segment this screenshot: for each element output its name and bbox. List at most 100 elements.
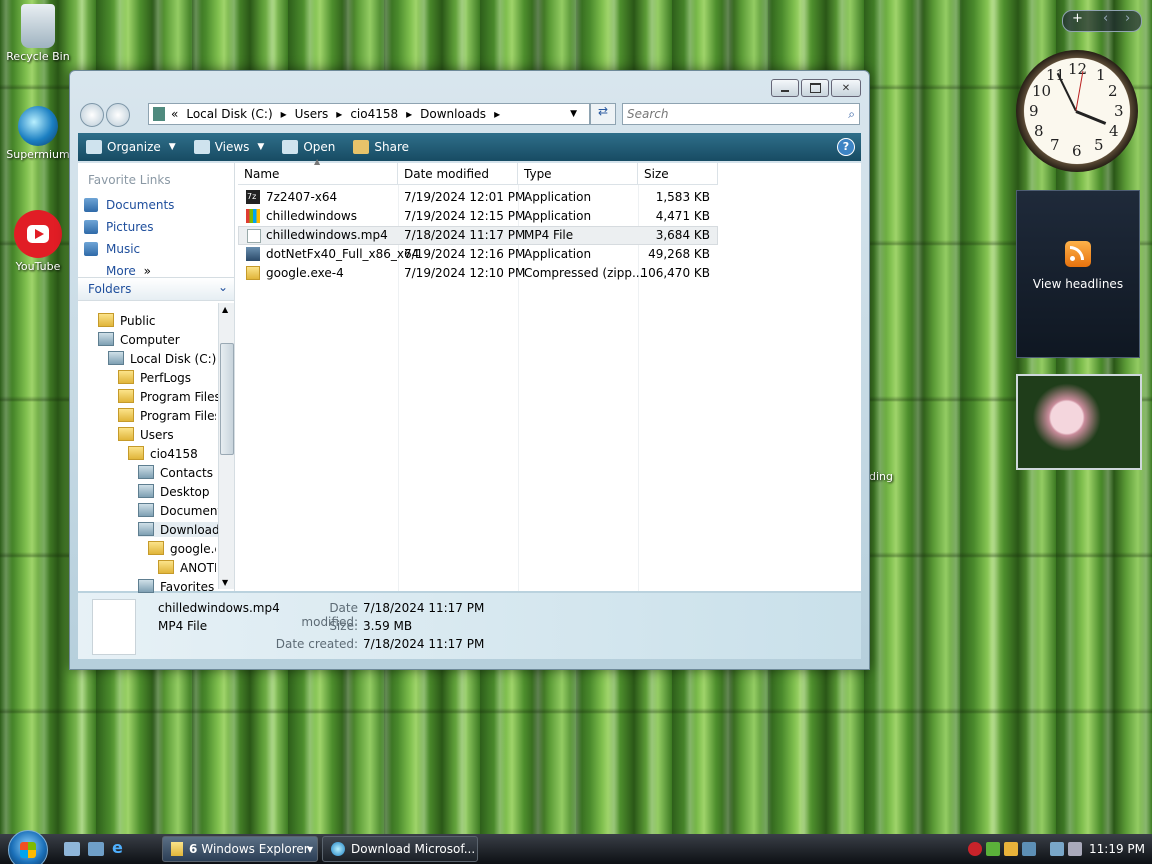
breadcrumb-users[interactable]: Users [295,107,329,121]
favorite-links-title: Favorite Links [88,173,171,187]
open-button[interactable]: Open [282,140,335,154]
file-row[interactable]: 7z 7z2407-x64 7/19/2024 12:01 PM Applica… [238,188,718,207]
clock-gadget[interactable]: 12 1 2 3 4 5 6 7 8 9 10 11 [1016,50,1138,172]
navigation-pane: Favorite Links Documents Pictures Music … [78,163,235,594]
details-filename: chilledwindows.mp4 [158,601,280,615]
security-alert-icon[interactable] [968,842,982,856]
tree-item-favorites[interactable]: Favorites [138,579,214,594]
network-tray-icon[interactable] [1022,842,1036,856]
tree-scroll-thumb[interactable] [220,343,234,455]
tree-item-another[interactable]: ANOTH [158,560,216,575]
views-button[interactable]: Views ▼ [193,140,264,154]
view-headlines-link[interactable]: View headlines [1017,277,1139,291]
document-icon [247,229,261,243]
column-header-date[interactable]: Date modified [398,163,518,185]
folder-icon [128,446,144,460]
help-button[interactable]: ? [837,138,855,156]
favorite-link-documents[interactable]: Documents [106,198,174,212]
feed-headlines-gadget[interactable]: View headlines [1016,190,1140,358]
address-bar[interactable]: « Local Disk (C:) ▸ Users ▸ cio4158 ▸ Downl… [148,103,590,125]
clock-number-7: 7 [1050,136,1060,154]
tree-item-desktop[interactable]: Desktop [138,484,210,499]
column-header-size[interactable]: Size [638,163,718,185]
organize-button[interactable]: Organize ▼ [86,140,176,154]
breadcrumb-local-disk[interactable]: Local Disk (C:) [186,107,272,121]
file-row[interactable]: google.exe-4 7/19/2024 12:10 PM Compress… [238,264,718,283]
forward-button[interactable] [106,103,130,127]
maximize-button[interactable] [801,79,829,97]
folder-icon [158,560,174,574]
share-button[interactable]: Share [353,140,409,154]
clock-number-10: 10 [1032,82,1052,100]
add-gadget-button[interactable]: + [1072,11,1083,26]
taskbar-windows-explorer[interactable]: 6 Windows Explorer ▾ [162,836,318,862]
collapse-chevron-icon: ⌄ [217,280,228,294]
youtube-shortcut[interactable]: YouTube [0,210,76,273]
supermium-icon [18,106,58,146]
details-created-value: 7/18/2024 11:17 PM [363,637,485,651]
supermium-shortcut[interactable]: Supermium [0,106,76,161]
tree-item-local-disk[interactable]: Local Disk (C:) [108,351,216,366]
tree-item-program-files[interactable]: Program Files [118,389,221,404]
file-row[interactable]: dotNetFx40_Full_x86_x64 7/19/2024 12:16 … [238,245,718,264]
show-desktop-icon[interactable] [64,842,80,856]
tree-item-perflogs[interactable]: PerfLogs [118,370,191,385]
favorite-link-music[interactable]: Music [106,242,140,256]
checkmark-icon[interactable] [986,842,1000,856]
column-header-type[interactable]: Type [518,163,638,185]
refresh-button[interactable]: ⇄ [590,103,616,125]
tray-app-icon[interactable] [1004,842,1018,856]
tree-item-computer[interactable]: Computer [98,332,180,347]
tree-item-program-files-x86[interactable]: Program Files ( [118,408,216,423]
switch-windows-icon[interactable] [88,842,104,856]
start-button[interactable] [8,830,48,864]
column-header-name[interactable]: Name [238,163,398,185]
minimize-button[interactable] [771,79,799,97]
tree-item-google[interactable]: google.e [148,541,216,556]
tree-item-users[interactable]: Users [118,427,174,442]
details-pane: chilledwindows.mp4 MP4 File Date modifie… [78,593,861,659]
documents-folder-icon [138,503,154,517]
tree-item-documents[interactable]: Document [138,503,222,518]
folder-icon [118,370,134,384]
tree-item-contacts[interactable]: Contacts [138,465,213,480]
youtube-label: YouTube [15,260,61,273]
chevron-down-icon: ▾ [306,842,313,856]
folders-header[interactable]: Folders ⌄ [78,277,234,301]
folder-icon [118,389,134,403]
clock-time[interactable]: 11:19 PM [1089,842,1145,856]
sidebar-prev-button[interactable]: ‹ [1103,11,1108,26]
details-modified-value: 7/18/2024 11:17 PM [363,601,485,615]
clock-number-6: 6 [1072,142,1082,160]
tree-item-downloads[interactable]: Downloads [138,522,226,537]
search-placeholder: Search [627,107,669,121]
sidebar-next-button[interactable]: › [1125,11,1130,26]
tree-item-public[interactable]: Public [98,313,156,328]
tree-item-cio4158[interactable]: cio4158 [128,446,198,461]
close-button[interactable]: ✕ [831,79,861,97]
application-icon [246,209,260,223]
taskbar-download-microsoft[interactable]: Download Microsof... [322,836,478,862]
explorer-window: ✕ « Local Disk (C:) ▸ Users ▸ cio4158 ▸ Dow… [69,70,870,670]
breadcrumb-cio4158[interactable]: cio4158 [350,107,398,121]
details-created-label: Date created: [275,637,358,651]
tree-scrollbar[interactable]: ▲ ▼ [218,303,234,589]
clock-number-9: 9 [1029,102,1039,120]
scroll-down-icon[interactable]: ▼ [222,578,228,587]
favorite-link-more[interactable]: More » [106,264,151,278]
favorite-link-pictures[interactable]: Pictures [106,220,154,234]
scroll-up-icon[interactable]: ▲ [222,305,228,314]
file-row[interactable]: chilledwindows 7/19/2024 12:15 PM Applic… [238,207,718,226]
internet-explorer-icon[interactable]: e [112,838,128,857]
slideshow-gadget[interactable] [1016,374,1142,470]
volume-muted-icon[interactable] [1068,842,1082,856]
address-dropdown-icon[interactable]: ▼ [570,109,577,119]
recycle-bin-shortcut[interactable]: Recycle Bin [0,4,76,63]
address-overflow-chevron[interactable]: « [171,107,178,121]
file-row-selected[interactable]: chilledwindows.mp4 7/18/2024 11:17 PM MP… [238,226,718,245]
back-button[interactable] [80,103,104,127]
breadcrumb-downloads[interactable]: Downloads [420,107,486,121]
search-input[interactable]: Search ⌕ [622,103,860,125]
network-icon[interactable] [1050,842,1064,856]
search-icon[interactable]: ⌕ [848,107,855,122]
